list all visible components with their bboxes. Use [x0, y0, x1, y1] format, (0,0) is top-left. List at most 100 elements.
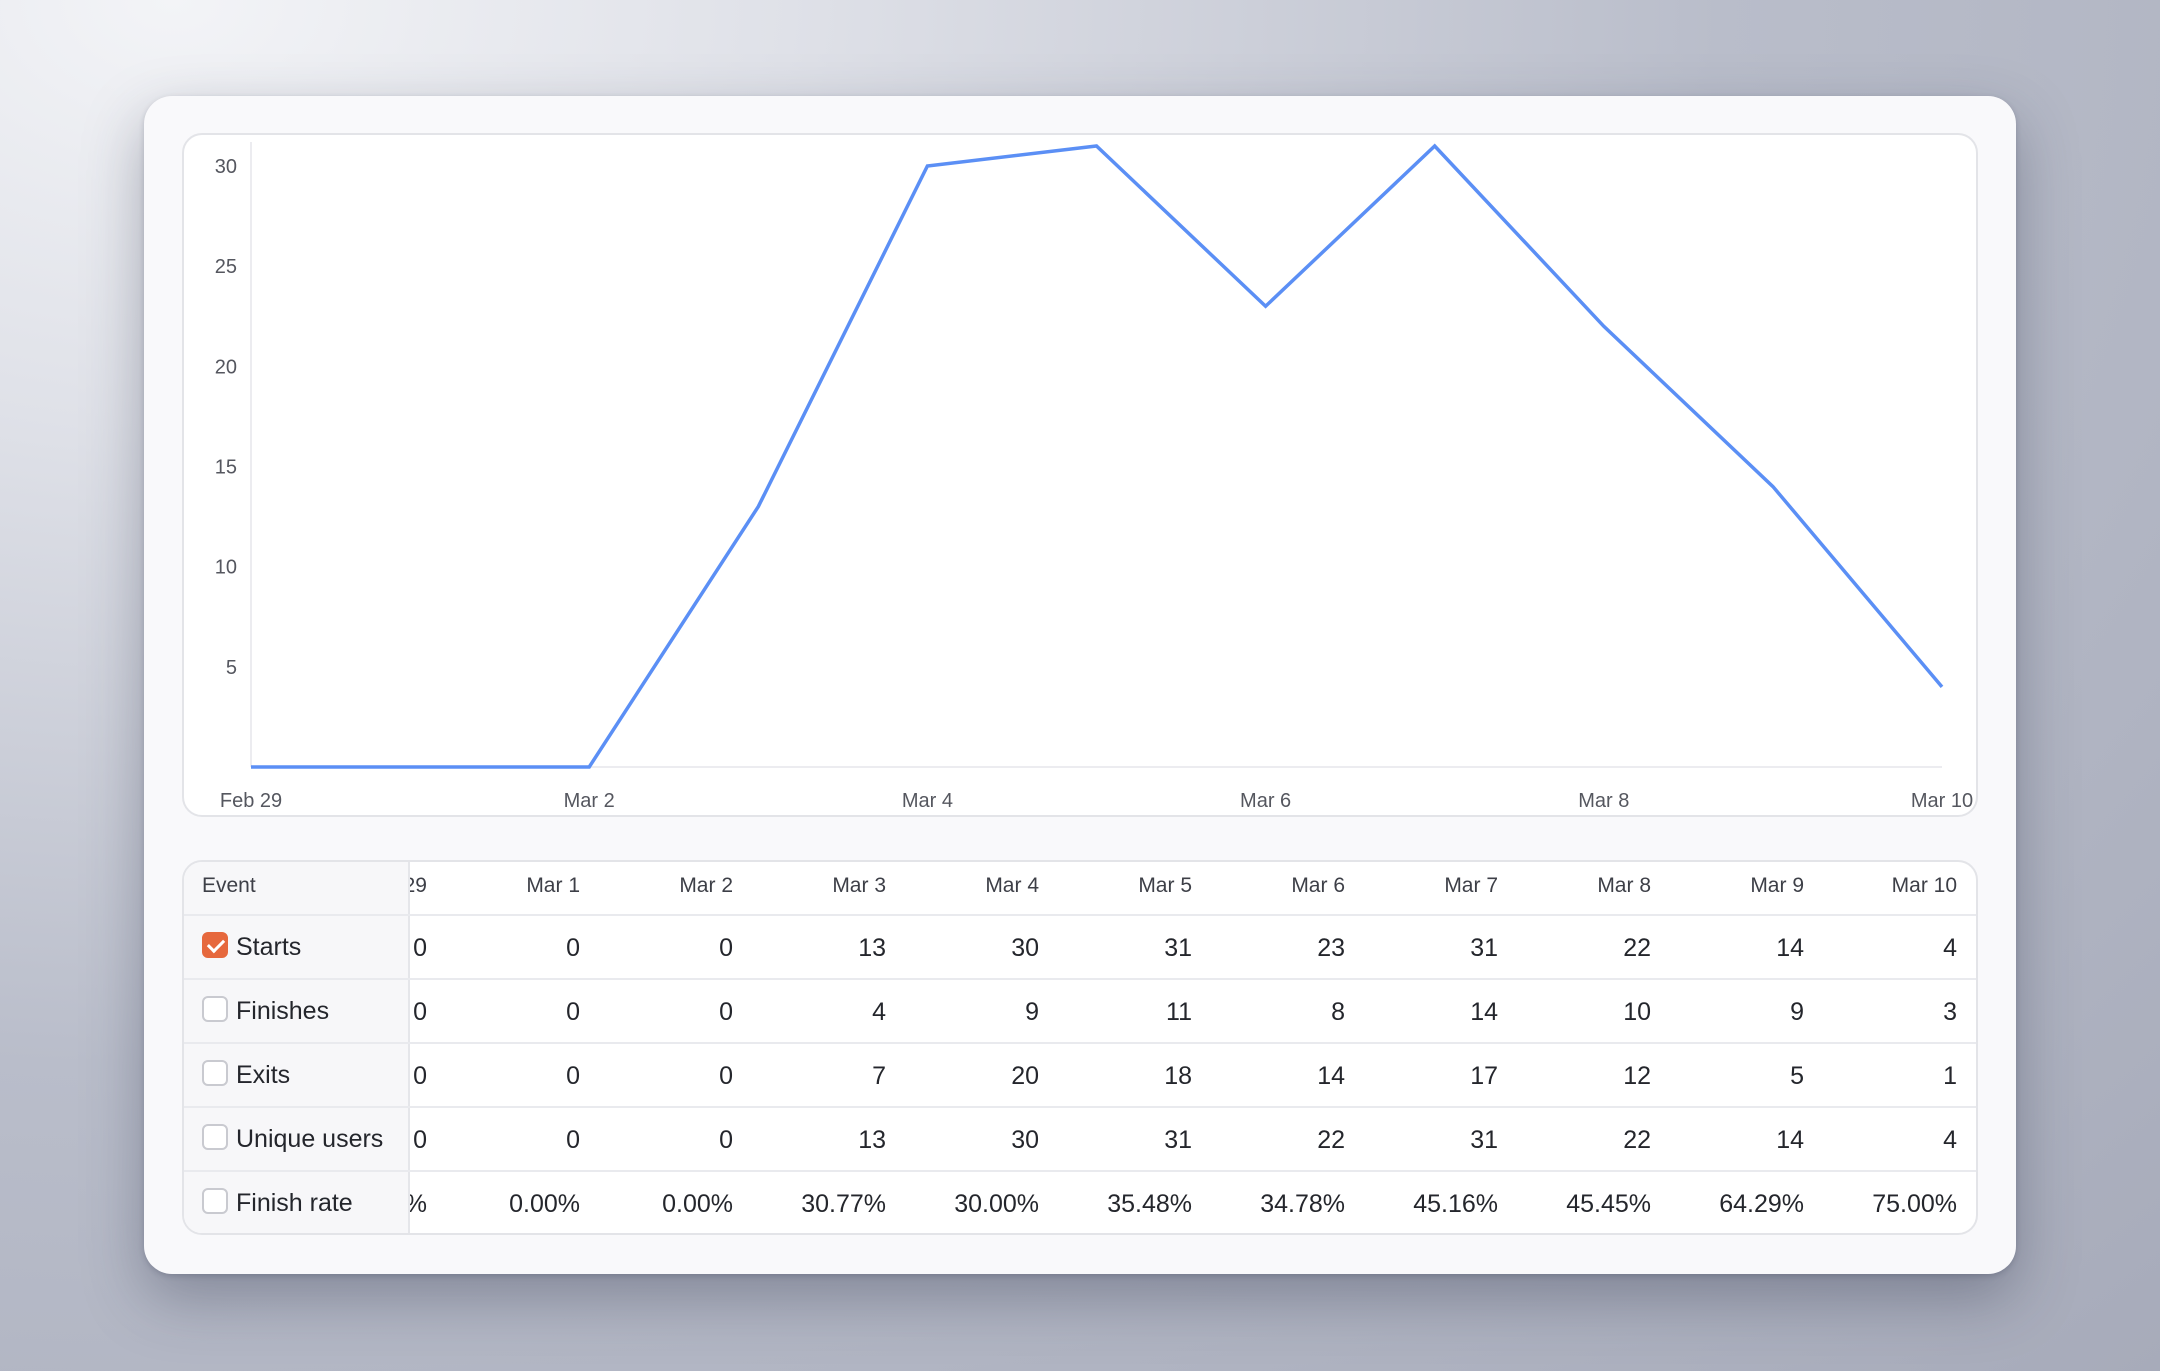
table-cell: 30	[1011, 1126, 1039, 1154]
column-header: Mar 4	[985, 874, 1039, 897]
table-cell: 0	[719, 1062, 733, 1090]
table-cell: 11	[1166, 998, 1192, 1026]
table-cell: 0	[719, 998, 733, 1026]
table-cell: 0	[566, 1126, 580, 1154]
event-label[interactable]: Finish rate	[236, 1189, 353, 1218]
table-cell: 12	[1623, 1062, 1651, 1090]
event-checkbox[interactable]	[202, 1188, 228, 1214]
event-column: Event	[184, 862, 410, 1233]
table-cell: 31	[1470, 1126, 1498, 1154]
event-checkbox[interactable]	[202, 1060, 228, 1086]
event-label[interactable]: Exits	[236, 1061, 290, 1090]
table-cell: 4	[1943, 934, 1957, 962]
table-cell: 0	[719, 934, 733, 962]
table-cell: 0.00%	[410, 1190, 427, 1219]
table-cell: 13	[858, 934, 886, 962]
table-cell: 31	[1164, 1126, 1192, 1154]
row-divider	[184, 1042, 1976, 1044]
row-divider	[184, 1106, 1976, 1108]
table-cell: 0	[413, 934, 427, 962]
table-cell: 0	[413, 998, 427, 1026]
table-cell: 45.16%	[1413, 1190, 1498, 1218]
table-cell: 0	[566, 934, 580, 962]
table-cell: 5	[1790, 1062, 1804, 1090]
y-tick-label: 25	[215, 256, 237, 278]
y-tick-label: 15	[215, 457, 237, 479]
table-cell: 13	[858, 1126, 886, 1154]
table-cell: 35.48%	[1107, 1190, 1192, 1218]
table-cell: 14	[1470, 998, 1498, 1026]
series-line	[251, 143, 1944, 769]
x-tick-label: Feb 29	[220, 790, 282, 812]
table-cell: 0	[413, 1126, 427, 1154]
y-tick-label: 10	[215, 557, 237, 579]
event-checkbox[interactable]	[202, 932, 228, 958]
table-cell: 1	[1943, 1062, 1957, 1090]
row-divider	[184, 978, 1976, 980]
table-cell: 8	[1331, 998, 1345, 1026]
event-checkbox[interactable]	[202, 1124, 228, 1150]
chart-card: 5 10 15 20 25 30 Feb 29 Mar 2 Mar 4 Mar 6 Mar 8 Mar…	[144, 96, 2016, 1274]
table-cell: 22	[1317, 1126, 1345, 1154]
table-cell: 20	[1011, 1062, 1039, 1090]
event-label[interactable]: Finishes	[236, 997, 329, 1026]
table-date-cells[interactable]: Feb 29 Mar 1 Mar 2 Mar 3 Mar 4 Mar 5 Mar 6 Mar …	[410, 862, 1976, 1233]
events-table: Event Feb 29 Mar 1 Mar 2 Mar 3 Mar 4 Mar 5 Mar…	[182, 860, 1978, 1235]
table-cell: 3	[1943, 998, 1957, 1026]
column-header: Mar 9	[1750, 874, 1804, 897]
table-cell: 22	[1623, 934, 1651, 962]
table-cell: 22	[1623, 1126, 1651, 1154]
table-cell: 14	[1776, 1126, 1804, 1154]
event-checkbox[interactable]	[202, 996, 228, 1022]
column-header: Mar 3	[832, 874, 886, 897]
column-header: Mar 2	[679, 874, 733, 897]
column-header: Mar 7	[1444, 874, 1498, 897]
x-tick-label: Mar 4	[902, 790, 953, 812]
table-cell: 9	[1790, 998, 1804, 1026]
table-cell: 0	[566, 998, 580, 1026]
x-tick-label: Mar 10	[1911, 790, 1973, 812]
table-cell: 30.77%	[801, 1190, 886, 1218]
table-cell: 30	[1011, 934, 1039, 962]
table-cell: 45.45%	[1566, 1190, 1651, 1218]
table-cell: 0.00%	[662, 1190, 733, 1218]
y-tick-label: 30	[215, 156, 237, 178]
table-cell: 64.29%	[1719, 1190, 1804, 1218]
table-cell: 75.00%	[1872, 1190, 1957, 1218]
table-cell: 0	[413, 1062, 427, 1090]
table-cell: 0	[566, 1062, 580, 1090]
x-tick-label: Mar 8	[1578, 790, 1629, 812]
table-cell: 7	[872, 1062, 886, 1090]
table-cell: 23	[1317, 934, 1345, 962]
line-chart: 5 10 15 20 25 30 Feb 29 Mar 2 Mar 4 Mar 6 Mar 8 Mar…	[215, 142, 1973, 812]
x-tick-label: Mar 6	[1240, 790, 1291, 812]
row-divider	[184, 1170, 1976, 1172]
column-header: Feb 29	[410, 874, 427, 897]
event-column-header: Event	[202, 874, 256, 897]
line-chart-panel: 5 10 15 20 25 30 Feb 29 Mar 2 Mar 4 Mar 6 Mar 8 Mar…	[182, 133, 1978, 817]
table-cell: 14	[1317, 1062, 1345, 1090]
table-cell: 9	[1025, 998, 1039, 1026]
column-header: Mar 1	[526, 874, 580, 897]
x-tick-label: Mar 2	[564, 790, 615, 812]
table-cell: 34.78%	[1260, 1190, 1345, 1218]
event-label[interactable]: Unique users	[236, 1125, 383, 1154]
table-cell: 4	[872, 998, 886, 1026]
row-divider	[184, 914, 1976, 916]
table-cell: 30.00%	[954, 1190, 1039, 1218]
table-cell: 14	[1776, 934, 1804, 962]
table-cell: 0	[719, 1126, 733, 1154]
column-header: Mar 6	[1291, 874, 1345, 897]
table-cell: 18	[1164, 1062, 1192, 1090]
table-cell: 10	[1623, 998, 1651, 1026]
table-cell: 31	[1470, 934, 1498, 962]
table-cell: 31	[1164, 934, 1192, 962]
y-tick-label: 5	[226, 657, 237, 679]
column-header: Mar 10	[1891, 874, 1957, 897]
column-header: Mar 8	[1597, 874, 1651, 897]
table-cell: 4	[1943, 1126, 1957, 1154]
y-tick-label: 20	[215, 356, 237, 378]
table-cell: 17	[1470, 1062, 1498, 1090]
event-label[interactable]: Starts	[236, 933, 301, 962]
table-cell: 0.00%	[509, 1190, 580, 1218]
